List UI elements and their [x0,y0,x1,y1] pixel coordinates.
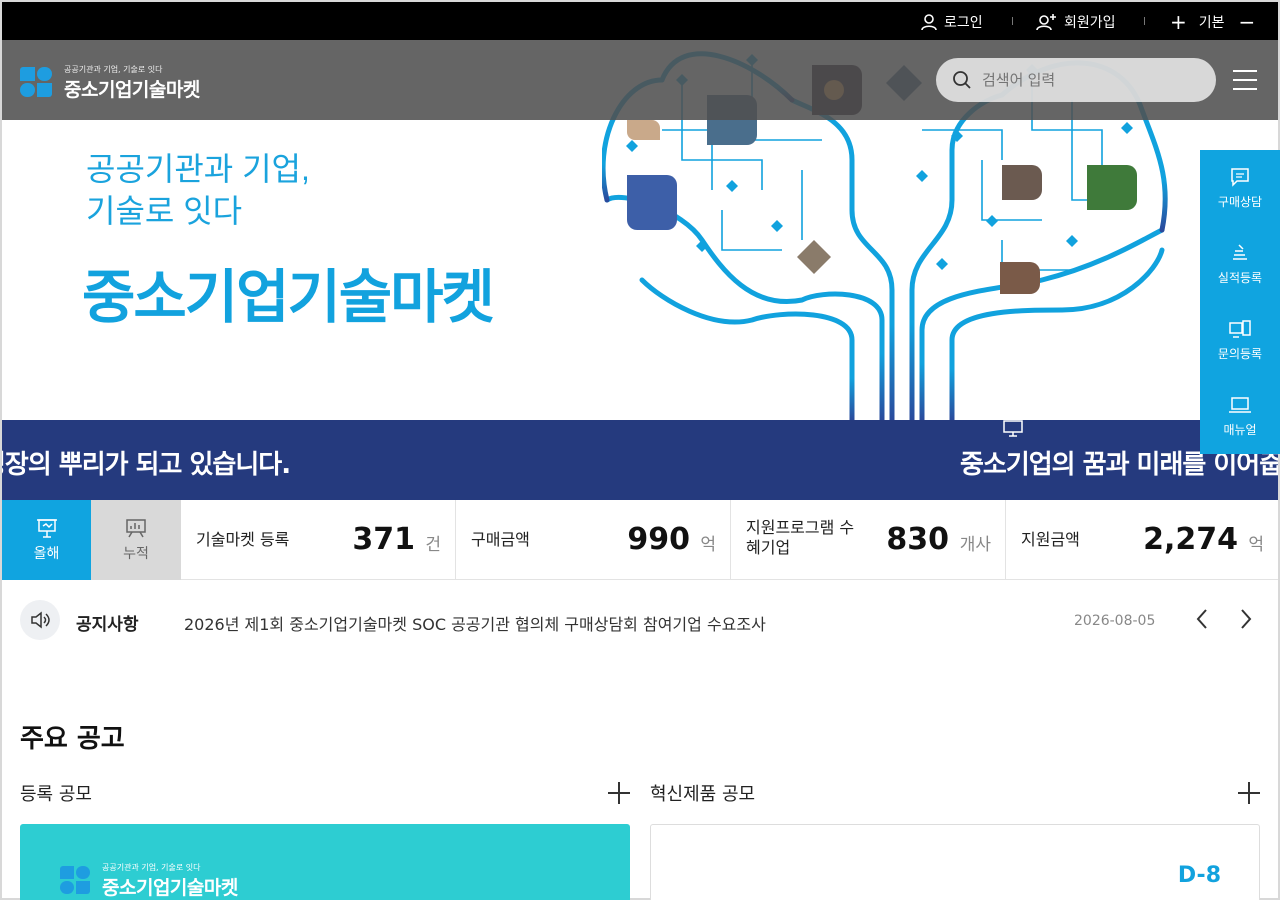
user-icon [921,14,937,31]
quick-item-label: 매뉴얼 [1223,422,1257,437]
search-box[interactable] [936,58,1216,102]
quick-item-consult[interactable]: 구매상담 [1200,150,1280,226]
tab-label: 올해 [33,546,60,562]
quick-menu: 구매상담 실적등록 문의등록 매뉴얼 [1200,150,1280,454]
zoom-label: 기본 [1198,15,1225,31]
stat-label: 지원프로그램 수혜기업 [746,518,855,557]
menu-icon[interactable] [1233,70,1257,90]
stat-unit: 건 [425,535,441,555]
signup-link[interactable]: 회원가입 [1036,12,1116,32]
logo-text: 중소기업기술마켓 [64,79,200,101]
card-logo: 공공기관과 기업, 기술로 잇다 중소기업기술마켓 [60,862,238,900]
board-icon [36,519,57,538]
stat-value: 371 [352,522,415,557]
divider [1012,17,1013,25]
login-label: 로그인 [944,15,983,31]
login-link[interactable]: 로그인 [920,12,983,32]
site-header: 공공기관과 기업, 기술로 잇다 중소기업기술마켓 [2,40,1278,120]
stat-purchase-amount: 구매금액 990 억 [456,500,731,580]
plus-icon[interactable] [1238,782,1260,804]
quick-item-label: 실적등록 [1217,270,1263,285]
zoom-out-icon[interactable]: − [1239,12,1256,32]
announcement-card[interactable]: 공공기관과 기업, 기술로 잇다 중소기업기술마켓 [20,824,630,900]
signup-label: 회원가입 [1064,15,1116,31]
col-title-registration: 등록 공모 [20,784,92,805]
stat-label: 지원금액 [1021,530,1080,549]
col-title-innovation: 혁신제품 공모 [650,784,756,805]
section-title: 주요 공고 [20,724,125,754]
stat-registrations: 기술마켓 등록 371 건 [181,500,456,580]
stat-unit: 억 [1248,535,1264,555]
speaker-icon [20,600,60,640]
register-icon [1233,243,1247,260]
logo-tagline: 공공기관과 기업, 기술로 잇다 [64,65,163,74]
top-utility-bar: 로그인 회원가입 + 기본 − [2,2,1278,40]
user-add-icon [1036,14,1056,31]
marquee-text: 성장의 뿌리가 되고 있습니다. [2,450,291,480]
announcement-card[interactable]: D-8 [650,824,1260,900]
card-logo-tagline: 공공기관과 기업, 기술로 잇다 [102,863,201,872]
stat-support-amount: 지원금액 2,274 억 [1006,500,1278,580]
monitor-icon [1003,420,1023,437]
zoom-control: + 기본 − [1170,12,1255,32]
stat-unit: 억 [700,535,716,555]
hero-tagline-line1: 공공기관과 기업, [86,151,310,187]
site-logo[interactable]: 공공기관과 기업, 기술로 잇다 중소기업기술마켓 [20,64,200,102]
stat-label: 구매금액 [471,530,530,549]
plus-icon[interactable] [608,782,630,804]
notice-date: 2026-08-05 [1074,613,1156,629]
chevron-left-icon[interactable] [1192,608,1214,630]
chat-icon [1231,167,1249,187]
stat-beneficiaries: 지원프로그램 수혜기업 830 개사 [731,500,1006,580]
stat-unit: 개사 [959,535,991,555]
dday-badge: D-8 [1177,863,1221,888]
hero-tagline: 공공기관과 기업, 기술로 잇다 [86,148,310,232]
hero-banner: 공공기관과 기업, 기술로 잇다 중소기업기술마켓 검색어 입력 공공기관과 기… [2,40,1278,420]
logo-mark-icon [60,866,92,896]
divider [1144,17,1145,25]
quick-item-performance[interactable]: 실적등록 [1200,226,1280,302]
stat-value: 830 [886,522,949,557]
quick-item-label: 문의등록 [1217,346,1263,361]
card-logo-text: 중소기업기술마켓 [102,877,238,899]
logo-mark-icon [20,67,54,99]
tab-label: 누적 [123,546,149,562]
tab-cumulative[interactable]: 누적 [91,500,181,580]
stats-bar: 올해 누적 기술마켓 등록 371 건 구매금액 990 억 지원프로그램 수혜… [2,500,1278,580]
hero-tagline-line2: 기술로 잇다 [86,193,243,229]
search-input[interactable] [982,71,1202,89]
quick-item-manual[interactable]: 매뉴얼 [1200,378,1280,454]
search-icon[interactable] [952,70,972,90]
quick-item-inquiry[interactable]: 문의등록 [1200,302,1280,378]
chart-board-icon [126,519,146,538]
zoom-in-icon[interactable]: + [1170,12,1187,32]
notice-title: 공지사항 [76,615,139,635]
stat-value: 990 [627,522,690,557]
marquee-band: 성장의 뿌리가 되고 있습니다. 중소기업의 꿈과 미래를 이어줍 [2,420,1278,500]
notice-text[interactable]: 2026년 제1회 중소기업기술마켓 SOC 공공기관 협의체 구매상담회 참여… [184,611,766,635]
notice-bar: 공지사항 2026년 제1회 중소기업기술마켓 SOC 공공기관 협의체 구매상… [2,580,1278,660]
stat-value: 2,274 [1143,522,1238,557]
hero-headline: 중소기업기술마켓 [82,265,495,330]
stat-label: 기술마켓 등록 [196,530,290,549]
tab-this-year[interactable]: 올해 [2,500,91,580]
laptop-icon [1229,396,1251,413]
chevron-right-icon[interactable] [1234,608,1256,630]
device-icon [1229,319,1251,338]
quick-item-label: 구매상담 [1217,194,1263,209]
